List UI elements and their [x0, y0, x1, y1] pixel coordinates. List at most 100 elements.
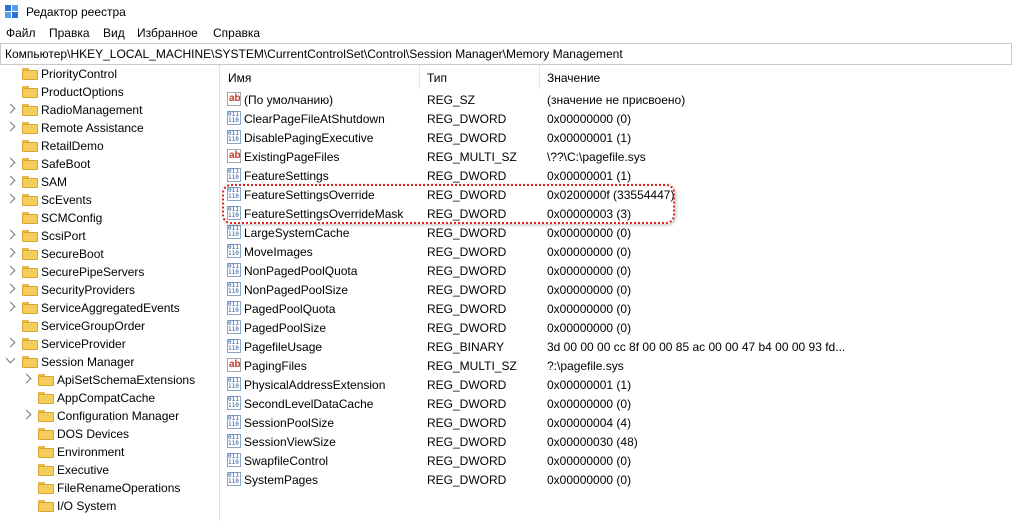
value-row[interactable]: ab ExistingPageFiles REG_MULTI_SZ \??\C:\pa…	[222, 147, 1012, 166]
chevron-right-icon[interactable]	[5, 175, 16, 186]
value-data: 0x00000000 (0)	[547, 264, 632, 278]
binary-value-icon: 011 110	[227, 168, 241, 182]
value-row[interactable]: 011 110 MoveImages REG_DWORD 0x00000000 (0)	[222, 242, 1012, 261]
value-row[interactable]: 011 110 SystemPages REG_DWORD 0x00000000 (0)	[222, 470, 1012, 489]
address-bar[interactable]: Компьютер\HKEY_LOCAL_MACHINE\SYSTEM\Curr…	[0, 43, 1012, 65]
tree-item[interactable]: ProductOptions	[0, 83, 213, 101]
value-name: PhysicalAddressExtension	[244, 378, 386, 392]
folder-icon	[22, 248, 38, 260]
folder-icon	[38, 374, 54, 386]
tree-item-label: Configuration Manager	[57, 409, 180, 423]
value-row[interactable]: 011 110 LargeSystemCache REG_DWORD 0x0000000…	[222, 223, 1012, 242]
binary-value-icon: 011 110	[227, 225, 241, 239]
pane-splitter[interactable]	[219, 65, 220, 521]
chevron-right-icon[interactable]	[5, 337, 16, 348]
value-data: 0x00000003 (3)	[547, 207, 632, 221]
value-data: (значение не присвоено)	[547, 93, 686, 107]
tree-item[interactable]: SecurePipeServers	[0, 263, 213, 281]
tree-item[interactable]: SecureBoot	[0, 245, 213, 263]
tree-item[interactable]: ServiceGroupOrder	[0, 317, 213, 335]
chevron-right-icon[interactable]	[5, 193, 16, 204]
tree-item[interactable]: Executive	[0, 461, 213, 479]
value-type: REG_DWORD	[427, 283, 507, 297]
tree-item[interactable]: Session Manager	[0, 353, 213, 371]
tree-item-label: ScEvents	[41, 193, 92, 207]
chevron-right-icon[interactable]	[5, 301, 16, 312]
registry-key-tree: PriorityControl ProductOptions RadioManage…	[0, 65, 213, 521]
value-row[interactable]: 011 110 PagedPoolSize REG_DWORD 0x00000000 (…	[222, 318, 1012, 337]
tree-item[interactable]: PriorityControl	[0, 65, 213, 83]
value-type: REG_SZ	[427, 93, 476, 107]
address-path[interactable]: Компьютер\HKEY_LOCAL_MACHINE\SYSTEM\Curr…	[5, 47, 623, 61]
chevron-right-icon[interactable]	[5, 121, 16, 132]
column-header-value[interactable]: Значение	[547, 71, 600, 85]
value-row[interactable]: 011 110 FeatureSettingsOverrideMask REG_DWO…	[222, 204, 1012, 223]
tree-item[interactable]: RadioManagement	[0, 101, 213, 119]
tree-item[interactable]: ServiceProvider	[0, 335, 213, 353]
chevron-right-icon[interactable]	[5, 103, 16, 114]
value-row[interactable]: 011 110 ClearPageFileAtShutdown REG_DWORD 0x…	[222, 109, 1012, 128]
tree-item-label: RadioManagement	[41, 103, 143, 117]
value-row[interactable]: 011 110 DisablePagingExecutive REG_DWORD 0x0…	[222, 128, 1012, 147]
tree-item[interactable]: SecurityProviders	[0, 281, 213, 299]
tree-item-label: DOS Devices	[57, 427, 130, 441]
binary-value-icon: 011 110	[227, 282, 241, 296]
value-row[interactable]: 011 110 PhysicalAddressExtension REG_DWORD 0…	[222, 375, 1012, 394]
tree-item[interactable]: RetailDemo	[0, 137, 213, 155]
value-row[interactable]: 011 110 SecondLevelDataCache REG_DWORD 0x000…	[222, 394, 1012, 413]
chevron-right-icon[interactable]	[5, 229, 16, 240]
value-row[interactable]: 011 110 PagefileUsage REG_BINARY 3d 00 00 00…	[222, 337, 1012, 356]
tree-item[interactable]: SAM	[0, 173, 213, 191]
value-row[interactable]: 011 110 NonPagedPoolSize REG_DWORD 0x0000000…	[222, 280, 1012, 299]
tree-item[interactable]: Configuration Manager	[0, 407, 213, 425]
tree-item-label: SafeBoot	[41, 157, 91, 171]
value-row[interactable]: ab PagingFiles REG_MULTI_SZ ?:\pagefile.sys	[222, 356, 1012, 375]
chevron-right-icon[interactable]	[5, 157, 16, 168]
menu-favorites[interactable]: Избранное	[137, 26, 198, 40]
column-header-type[interactable]: Тип	[427, 71, 447, 85]
tree-item-label: ScsiPort	[41, 229, 86, 243]
chevron-right-icon[interactable]	[21, 373, 32, 384]
column-divider[interactable]	[419, 65, 420, 89]
tree-item[interactable]: Environment	[0, 443, 213, 461]
menu-view[interactable]: Вид	[103, 26, 125, 40]
value-row[interactable]: 011 110 SessionPoolSize REG_DWORD 0x00000004…	[222, 413, 1012, 432]
column-divider[interactable]	[539, 65, 540, 89]
value-row[interactable]: 011 110 FeatureSettings REG_DWORD 0x00000001…	[222, 166, 1012, 185]
tree-item[interactable]: ScEvents	[0, 191, 213, 209]
tree-item[interactable]: ApiSetSchemaExtensions	[0, 371, 213, 389]
menu-help[interactable]: Справка	[213, 26, 260, 40]
menu-edit[interactable]: Правка	[49, 26, 90, 40]
value-row[interactable]: 011 110 SessionViewSize REG_DWORD 0x00000030…	[222, 432, 1012, 451]
title-bar: Редактор реестра	[0, 0, 1012, 24]
folder-icon	[22, 230, 38, 242]
chevron-right-icon[interactable]	[5, 283, 16, 294]
tree-item[interactable]: I/O System	[0, 497, 213, 515]
folder-icon	[38, 392, 54, 404]
tree-item[interactable]: ServiceAggregatedEvents	[0, 299, 213, 317]
tree-item[interactable]: SCMConfig	[0, 209, 213, 227]
tree-item[interactable]: AppCompatCache	[0, 389, 213, 407]
tree-item-label: AppCompatCache	[57, 391, 156, 405]
folder-icon	[22, 212, 38, 224]
value-row[interactable]: 011 110 NonPagedPoolQuota REG_DWORD 0x000000…	[222, 261, 1012, 280]
value-row[interactable]: 011 110 FeatureSettingsOverride REG_DWORD 0x…	[222, 185, 1012, 204]
value-row[interactable]: 011 110 SwapfileControl REG_DWORD 0x00000000…	[222, 451, 1012, 470]
chevron-right-icon[interactable]	[5, 247, 16, 258]
value-data: 0x00000000 (0)	[547, 283, 632, 297]
chevron-down-icon[interactable]	[5, 353, 16, 364]
chevron-right-icon[interactable]	[21, 409, 32, 420]
value-row[interactable]: 011 110 PagedPoolQuota REG_DWORD 0x00000000 …	[222, 299, 1012, 318]
menu-file[interactable]: Файл	[6, 26, 36, 40]
column-header-name[interactable]: Имя	[228, 71, 251, 85]
chevron-right-icon[interactable]	[5, 265, 16, 276]
tree-item[interactable]: ScsiPort	[0, 227, 213, 245]
tree-item[interactable]: FileRenameOperations	[0, 479, 213, 497]
folder-icon	[22, 320, 38, 332]
binary-value-icon: 011 110	[227, 130, 241, 144]
folder-icon	[38, 464, 54, 476]
value-row[interactable]: ab (По умолчанию) REG_SZ (значение не присв…	[222, 90, 1012, 109]
tree-item[interactable]: SafeBoot	[0, 155, 213, 173]
tree-item[interactable]: Remote Assistance	[0, 119, 213, 137]
tree-item[interactable]: DOS Devices	[0, 425, 213, 443]
